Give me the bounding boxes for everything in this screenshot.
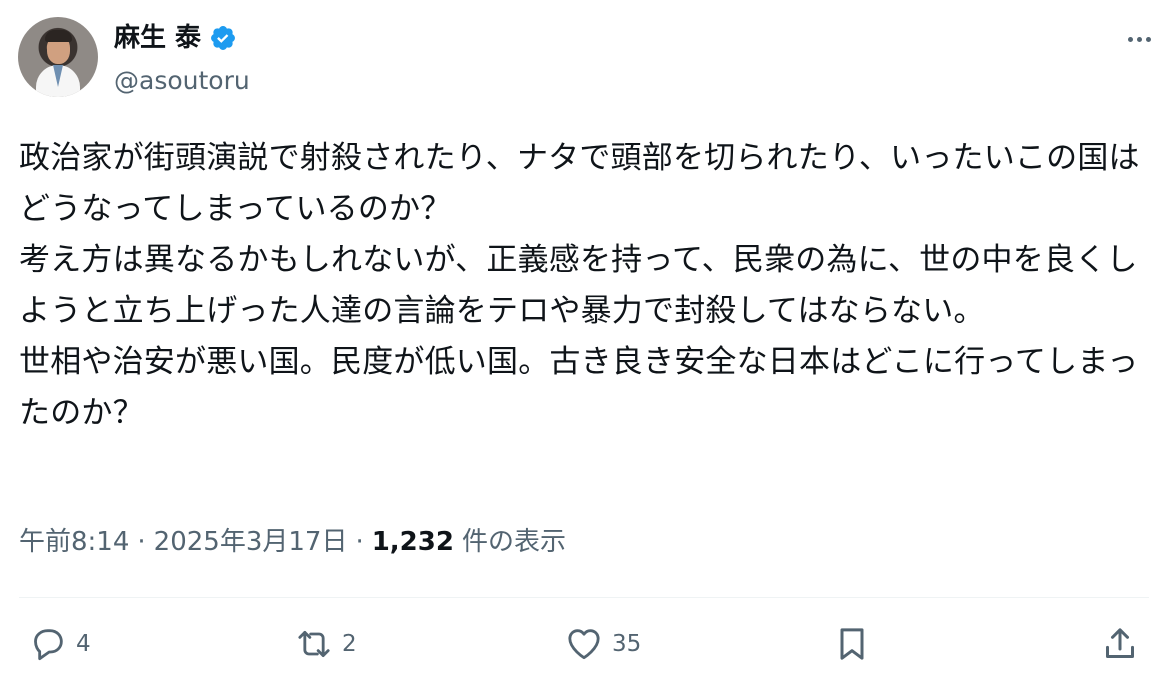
tweet-action-bar: 4 2 35 [0,616,1161,672]
views-count[interactable]: 1,232 [372,522,454,562]
verified-badge-icon[interactable] [209,24,237,52]
reply-count: 4 [76,631,91,657]
views-label[interactable]: 件の表示 [462,522,566,562]
retweet-button[interactable]: 2 [294,616,357,672]
reply-icon [34,629,63,661]
retweet-icon [298,630,330,658]
reply-button[interactable]: 4 [28,616,91,672]
like-count: 35 [612,631,642,657]
more-options-icon[interactable] [1119,25,1159,53]
display-name[interactable]: 麻生 泰 [114,20,201,56]
share-icon [1106,628,1134,658]
more-dot [1127,36,1133,42]
retweet-count: 2 [342,631,357,657]
bookmark-button[interactable] [832,616,872,672]
avatar-hair [45,30,72,42]
tweet-header: 麻生 泰 @asoutoru [18,17,1151,99]
display-name-row[interactable]: 麻生 泰 [114,20,237,56]
avatar[interactable] [18,17,98,97]
divider [19,597,1149,598]
tweet-text: 政治家が街頭演説で射殺されたり、ナタで頭部を切られたり、いったいこの国はどうなっ… [19,140,1140,431]
tweet-time[interactable]: 午前8:14 [19,522,129,562]
tweet-meta: 午前8:14 · 2025年3月17日 · 1,232 件の表示 [19,522,566,562]
meta-separator: · [137,527,146,557]
more-dot [1145,36,1151,42]
meta-separator: · [355,527,364,557]
heart-icon [568,629,600,660]
tweet-date[interactable]: 2025年3月17日 [154,522,348,562]
like-button[interactable]: 35 [564,616,641,672]
user-handle[interactable]: @asoutoru [114,65,250,97]
share-button[interactable] [1100,616,1140,672]
bookmark-icon [840,628,864,660]
more-dot [1136,36,1142,42]
